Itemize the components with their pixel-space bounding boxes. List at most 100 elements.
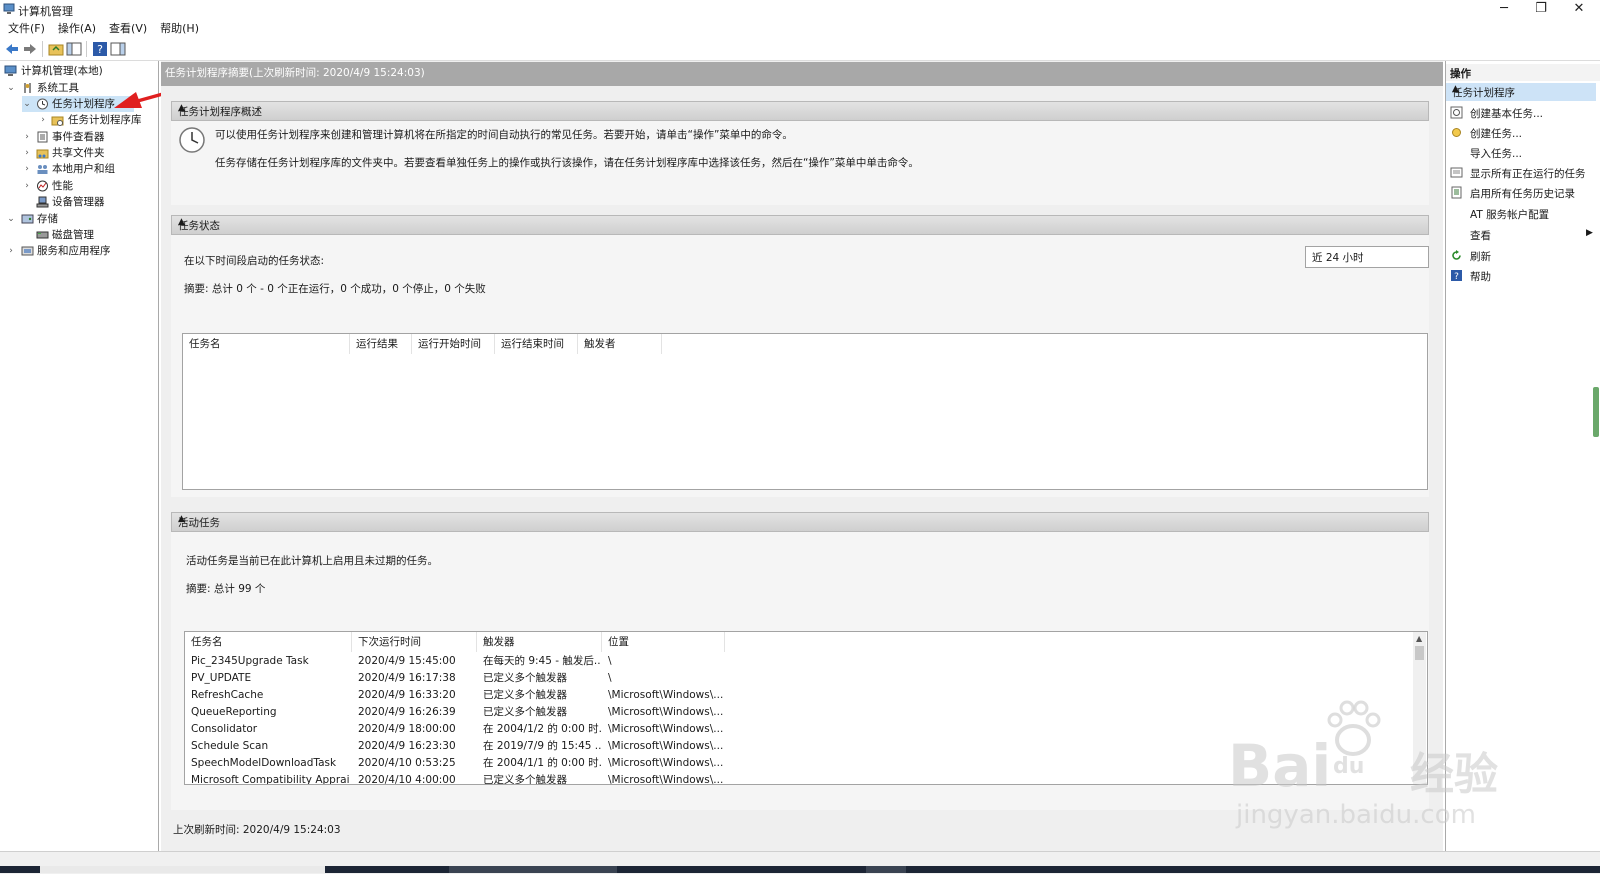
overview-section-header[interactable]: 任务计划程序概述 ▲ [171, 101, 1429, 121]
table-row[interactable]: RefreshCache 2020/4/9 16:33:20 已定义多个触发器 … [185, 687, 1410, 704]
column-header[interactable]: 任务名 [185, 632, 352, 652]
action-import-task[interactable]: 导入任务... [1446, 143, 1596, 162]
show-hide-console-tree-icon[interactable] [66, 41, 82, 57]
show-hide-action-pane-icon[interactable] [110, 41, 126, 57]
up-folder-icon[interactable] [48, 41, 64, 57]
disk-icon [36, 231, 49, 239]
taskbar-item[interactable] [40, 866, 325, 873]
action-create-basic-task[interactable]: 创建基本任务... [1446, 103, 1596, 122]
cell-trigger: 在每天的 9:45 - 触发后... [483, 655, 601, 667]
overview-text: 可以使用任务计划程序来创建和管理计算机将在所指定的时间自动执行的常见任务。若要开… [215, 129, 793, 141]
menu-action[interactable]: 操作(A) [58, 19, 96, 38]
action-show-running-tasks[interactable]: 显示所有正在运行的任务 [1446, 163, 1596, 182]
column-header[interactable]: 运行开始时间 [412, 334, 495, 354]
tree-label: 事件查看器 [52, 131, 105, 143]
table-row[interactable]: SpeechModelDownloadTask 2020/4/10 0:53:2… [185, 755, 1410, 772]
action-view[interactable]: 查看 ▶ [1446, 225, 1596, 244]
active-tasks-section-header[interactable]: 活动任务 ▲ [171, 512, 1429, 532]
period-select[interactable]: 近 24 小时 ⌵ [1305, 246, 1429, 268]
chevron-down-icon[interactable]: ⌄ [6, 80, 16, 96]
tree-label: 共享文件夹 [52, 147, 105, 159]
taskbar-item[interactable] [866, 866, 906, 873]
minimize-button[interactable]: ─ [1484, 0, 1524, 19]
scroll-indicator[interactable] [1593, 387, 1599, 437]
scroll-up-icon[interactable]: ▲ [1416, 634, 1422, 643]
cell-next-run: 2020/4/9 16:17:38 [358, 672, 456, 684]
tree-item-shared-folders[interactable]: › 共享文件夹 [22, 145, 152, 161]
chevron-right-icon[interactable]: › [22, 145, 32, 161]
tree-item-computer-management[interactable]: 计算机管理(本地) [4, 63, 154, 79]
column-header[interactable]: 触发者 [578, 334, 662, 354]
svg-text:?: ? [1454, 272, 1459, 282]
console-tree: 计算机管理(本地) ⌄ 系统工具 ⌄ 任务计划程序 › 任务计划程序库 › 事件… [0, 61, 159, 851]
tree-item-services-applications[interactable]: › 服务和应用程序 [6, 243, 156, 259]
taskbar-item[interactable] [449, 866, 617, 873]
table-row[interactable]: Schedule Scan 2020/4/9 16:23:30 在 2019/7… [185, 738, 1410, 755]
device-manager-icon [36, 196, 49, 208]
action-label: 创建任务... [1470, 128, 1523, 140]
status-period-label: 在以下时间段启动的任务状态: [184, 255, 325, 267]
collapse-icon[interactable]: ▲ [178, 103, 1420, 113]
table-row[interactable]: Microsoft Compatibility Apprai... 2020/4… [185, 772, 1410, 784]
status-summary: 摘要: 总计 0 个 - 0 个正在运行，0 个成功，0 个停止，0 个失败 [184, 283, 486, 295]
tree-item-task-scheduler-library[interactable]: › 任务计划程序库 [38, 112, 156, 128]
chevron-right-icon[interactable]: › [6, 243, 16, 259]
back-arrow-icon[interactable] [4, 41, 20, 57]
window-title: 计算机管理 [18, 5, 73, 18]
collapse-icon[interactable]: ▲ [178, 514, 1420, 524]
cell-trigger: 已定义多个触发器 [483, 672, 567, 684]
action-create-task[interactable]: 创建任务... [1446, 123, 1596, 142]
forward-arrow-icon[interactable] [22, 41, 38, 57]
chevron-down-icon[interactable]: ⌄ [22, 96, 32, 112]
column-header[interactable]: 位置 [602, 632, 725, 652]
action-refresh[interactable]: 刷新 [1446, 246, 1596, 265]
create-basic-task-icon [1450, 106, 1463, 119]
tree-item-disk-management[interactable]: 磁盘管理 [22, 227, 152, 243]
task-status-table[interactable]: 任务名 运行结果 运行开始时间 运行结束时间 触发者 [182, 333, 1428, 490]
table-row[interactable]: QueueReporting 2020/4/9 16:26:39 已定义多个触发… [185, 704, 1410, 721]
chevron-down-icon[interactable]: ⌄ [6, 211, 16, 227]
chevron-right-icon[interactable]: › [22, 161, 32, 177]
collapse-icon[interactable]: ▲ [178, 217, 1420, 227]
tree-item-storage[interactable]: ⌄ 存储 [6, 211, 156, 227]
menu-view[interactable]: 查看(V) [109, 19, 147, 38]
tree-label: 性能 [52, 180, 73, 192]
task-status-section-header[interactable]: 任务状态 ▲ [171, 215, 1429, 235]
close-button[interactable]: ✕ [1559, 0, 1599, 19]
menu-help[interactable]: 帮助(H) [160, 19, 199, 38]
cell-task-name: Schedule Scan [191, 740, 269, 752]
help-icon[interactable]: ? [92, 41, 108, 57]
column-header[interactable]: 运行结果 [350, 334, 412, 354]
table-row[interactable]: Consolidator 2020/4/9 18:00:00 在 2004/1/… [185, 721, 1410, 738]
cell-task-name: SpeechModelDownloadTask [191, 757, 337, 769]
table-row[interactable]: Pic_2345Upgrade Task 2020/4/9 15:45:00 在… [185, 653, 1410, 670]
action-label: 刷新 [1470, 251, 1491, 263]
action-help[interactable]: ? 帮助 [1446, 266, 1596, 285]
tree-item-device-manager[interactable]: 设备管理器 [22, 194, 152, 210]
actions-section-task-scheduler[interactable]: 任务计划程序 ▲ [1446, 83, 1596, 101]
tree-item-event-viewer[interactable]: › 事件查看器 [22, 129, 152, 145]
menu-file[interactable]: 文件(F) [8, 19, 45, 38]
tree-item-performance[interactable]: › 性能 [22, 178, 152, 194]
chevron-right-icon[interactable]: › [38, 112, 48, 128]
action-enable-all-history[interactable]: 启用所有任务历史记录 [1446, 183, 1596, 202]
column-header[interactable]: 任务名 [183, 334, 350, 354]
action-label: 查看 [1470, 230, 1491, 242]
chevron-right-icon[interactable]: › [22, 129, 32, 145]
column-header[interactable]: 触发器 [477, 632, 602, 652]
users-icon [37, 165, 48, 174]
tree-item-local-users-groups[interactable]: › 本地用户和组 [22, 161, 152, 177]
scrollbar-thumb[interactable] [1415, 646, 1424, 660]
action-at-service-account[interactable]: AT 服务帐户配置 [1446, 204, 1596, 223]
tree-label: 任务计划程序库 [68, 114, 142, 126]
cell-location: \Microsoft\Windows\... [608, 757, 724, 769]
active-tasks-summary: 摘要: 总计 99 个 [186, 583, 266, 595]
column-header[interactable]: 下次运行时间 [352, 632, 477, 652]
restore-button[interactable]: ❐ [1521, 0, 1561, 19]
services-icon [21, 246, 34, 256]
collapse-icon[interactable]: ▲ [1452, 84, 1590, 94]
chevron-right-icon[interactable]: › [22, 178, 32, 194]
column-header[interactable]: 运行结束时间 [495, 334, 578, 354]
table-row[interactable]: PV_UPDATE 2020/4/9 16:17:38 已定义多个触发器 \ [185, 670, 1410, 687]
tree-label: 系统工具 [37, 82, 79, 94]
